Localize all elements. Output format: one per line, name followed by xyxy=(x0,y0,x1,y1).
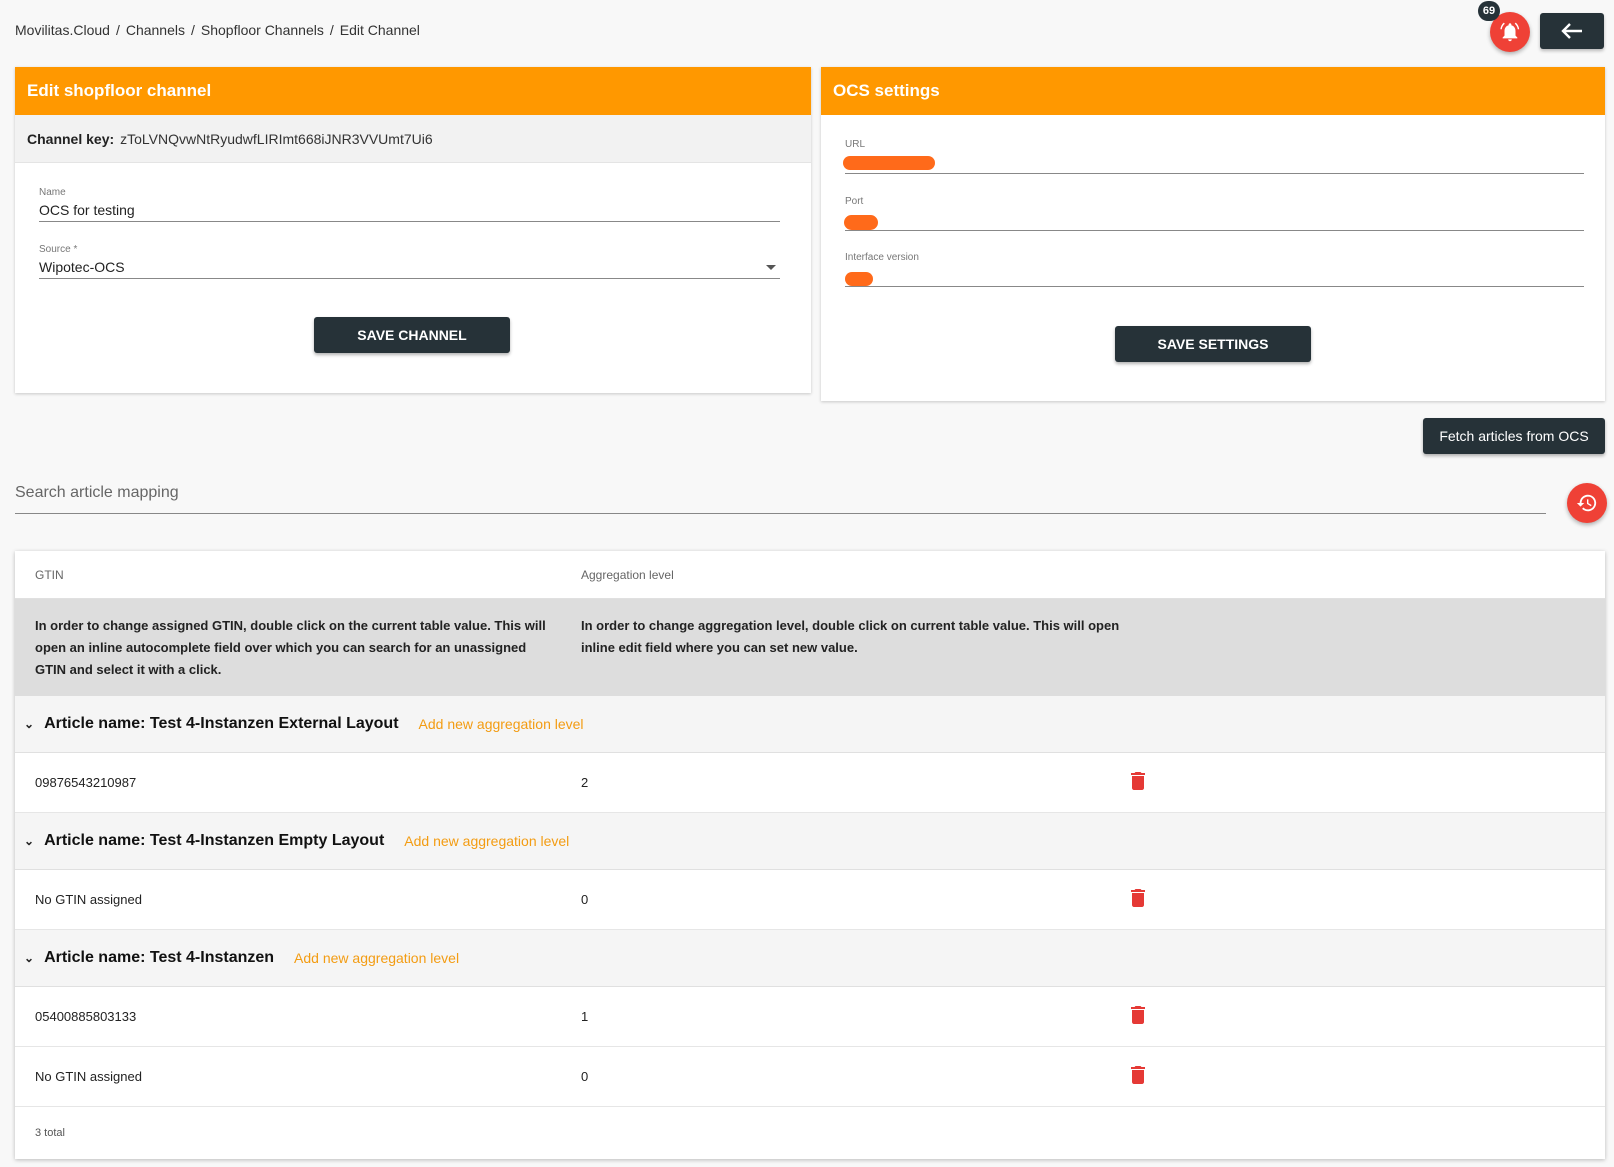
history-icon xyxy=(1576,494,1597,512)
save-channel-button[interactable]: SAVE CHANNEL xyxy=(314,317,510,353)
chevron-down-icon[interactable]: ⌄ xyxy=(24,717,34,731)
gtin-cell[interactable]: No GTIN assigned xyxy=(35,1069,142,1084)
breadcrumb-separator: / xyxy=(190,22,195,38)
dropdown-caret-icon xyxy=(766,265,776,270)
port-field[interactable]: Port xyxy=(845,196,1584,231)
notification-count-badge: 69 xyxy=(1478,1,1500,21)
source-select[interactable]: Wipotec-OCS xyxy=(39,259,780,279)
delete-icon[interactable] xyxy=(1131,1006,1145,1027)
article-group-header[interactable]: ⌄ Article name: Test 4-Instanzen Externa… xyxy=(15,696,1605,753)
column-header-aggregation-level[interactable]: Aggregation level xyxy=(581,568,674,582)
breadcrumb-separator: / xyxy=(115,22,120,38)
breadcrumb-separator: / xyxy=(329,22,334,38)
name-label: Name xyxy=(39,187,66,198)
save-settings-button[interactable]: SAVE SETTINGS xyxy=(1115,326,1311,362)
aggregation-help-text: In order to change aggregation level, do… xyxy=(581,618,1120,655)
delete-icon[interactable] xyxy=(1131,1066,1145,1087)
source-label: Source * xyxy=(39,244,78,255)
breadcrumb: Movilitas.Cloud / Channels / Shopfloor C… xyxy=(15,22,420,38)
breadcrumb-item-shopfloor-channels[interactable]: Shopfloor Channels xyxy=(201,22,324,38)
table-footer: 3 total xyxy=(15,1107,1605,1157)
source-select-value: Wipotec-OCS xyxy=(39,259,125,275)
channel-key-label: Channel key: xyxy=(27,130,115,147)
edit-channel-title: Edit shopfloor channel xyxy=(15,67,811,115)
article-name: Article name: Test 4-Instanzen Empty Lay… xyxy=(44,832,385,849)
back-button[interactable] xyxy=(1540,13,1604,49)
table-row: No GTIN assigned 0 xyxy=(15,870,1605,930)
redacted-port-mark xyxy=(844,215,878,230)
name-field[interactable]: Name OCS for testing xyxy=(39,187,780,222)
url-label: URL xyxy=(845,139,866,150)
column-header-gtin[interactable]: GTIN xyxy=(35,568,64,582)
table-help-info: In order to change assigned GTIN, double… xyxy=(15,599,1605,696)
add-aggregation-level-link[interactable]: Add new aggregation level xyxy=(419,716,584,732)
name-input[interactable]: OCS for testing xyxy=(39,202,780,222)
ocs-settings-card: OCS settings URL Port Interface version … xyxy=(821,67,1605,401)
ocs-settings-title: OCS settings xyxy=(821,67,1605,115)
url-field[interactable]: URL xyxy=(845,139,1584,174)
interface-version-label: Interface version xyxy=(845,252,919,263)
arrow-left-icon xyxy=(1561,23,1582,39)
port-input[interactable] xyxy=(845,211,1584,231)
add-aggregation-level-link[interactable]: Add new aggregation level xyxy=(294,950,459,966)
table-row: 09876543210987 2 xyxy=(15,753,1605,813)
gtin-help-text: In order to change assigned GTIN, double… xyxy=(35,618,546,677)
channel-key-row: Channel key: zToLVNQvwNtRyudwfLIRImt668i… xyxy=(15,115,811,163)
channel-key-value: zToLVNQvwNtRyudwfLIRImt668iJNR3VVUmt7Ui6 xyxy=(120,130,433,147)
breadcrumb-item-home[interactable]: Movilitas.Cloud xyxy=(15,22,110,38)
search-input[interactable]: Search article mapping xyxy=(15,484,1546,514)
article-name: Article name: Test 4-Instanzen External … xyxy=(44,715,399,732)
table-header: GTIN Aggregation level xyxy=(15,551,1605,599)
redacted-url-mark xyxy=(843,156,935,170)
article-name: Article name: Test 4-Instanzen xyxy=(44,949,275,966)
aggregation-level-cell[interactable]: 0 xyxy=(581,892,588,907)
interface-version-field[interactable]: Interface version xyxy=(845,252,1584,287)
article-group-header[interactable]: ⌄ Article name: Test 4-Instanzen Empty L… xyxy=(15,813,1605,870)
source-field[interactable]: Source * Wipotec-OCS xyxy=(39,244,780,279)
edit-channel-card: Edit shopfloor channel Channel key: zToL… xyxy=(15,67,811,393)
add-aggregation-level-link[interactable]: Add new aggregation level xyxy=(404,833,569,849)
delete-icon[interactable] xyxy=(1131,772,1145,793)
article-group-header[interactable]: ⌄ Article name: Test 4-Instanzen Add new… xyxy=(15,930,1605,987)
history-button[interactable] xyxy=(1567,483,1607,523)
gtin-cell[interactable]: 05400885803133 xyxy=(35,1009,136,1024)
aggregation-level-cell[interactable]: 0 xyxy=(581,1069,588,1084)
total-count: 3 total xyxy=(35,1127,65,1139)
gtin-cell[interactable]: 09876543210987 xyxy=(35,775,136,790)
chevron-down-icon[interactable]: ⌄ xyxy=(24,834,34,848)
table-row: No GTIN assigned 0 xyxy=(15,1047,1605,1107)
aggregation-level-cell[interactable]: 1 xyxy=(581,1009,588,1024)
breadcrumb-item-channels[interactable]: Channels xyxy=(126,22,185,38)
gtin-cell[interactable]: No GTIN assigned xyxy=(35,892,142,907)
article-mapping-table: GTIN Aggregation level In order to chang… xyxy=(15,551,1605,1159)
redacted-version-mark xyxy=(845,272,873,286)
url-input[interactable] xyxy=(845,154,1584,174)
breadcrumb-item-current: Edit Channel xyxy=(339,22,420,38)
port-label: Port xyxy=(845,196,864,207)
interface-version-input[interactable] xyxy=(845,267,1584,287)
chevron-down-icon[interactable]: ⌄ xyxy=(24,951,34,965)
fetch-articles-button[interactable]: Fetch articles from OCS xyxy=(1423,418,1605,454)
bell-icon xyxy=(1500,22,1520,42)
aggregation-level-cell[interactable]: 2 xyxy=(581,775,588,790)
table-row: 05400885803133 1 xyxy=(15,987,1605,1047)
delete-icon[interactable] xyxy=(1131,889,1145,910)
